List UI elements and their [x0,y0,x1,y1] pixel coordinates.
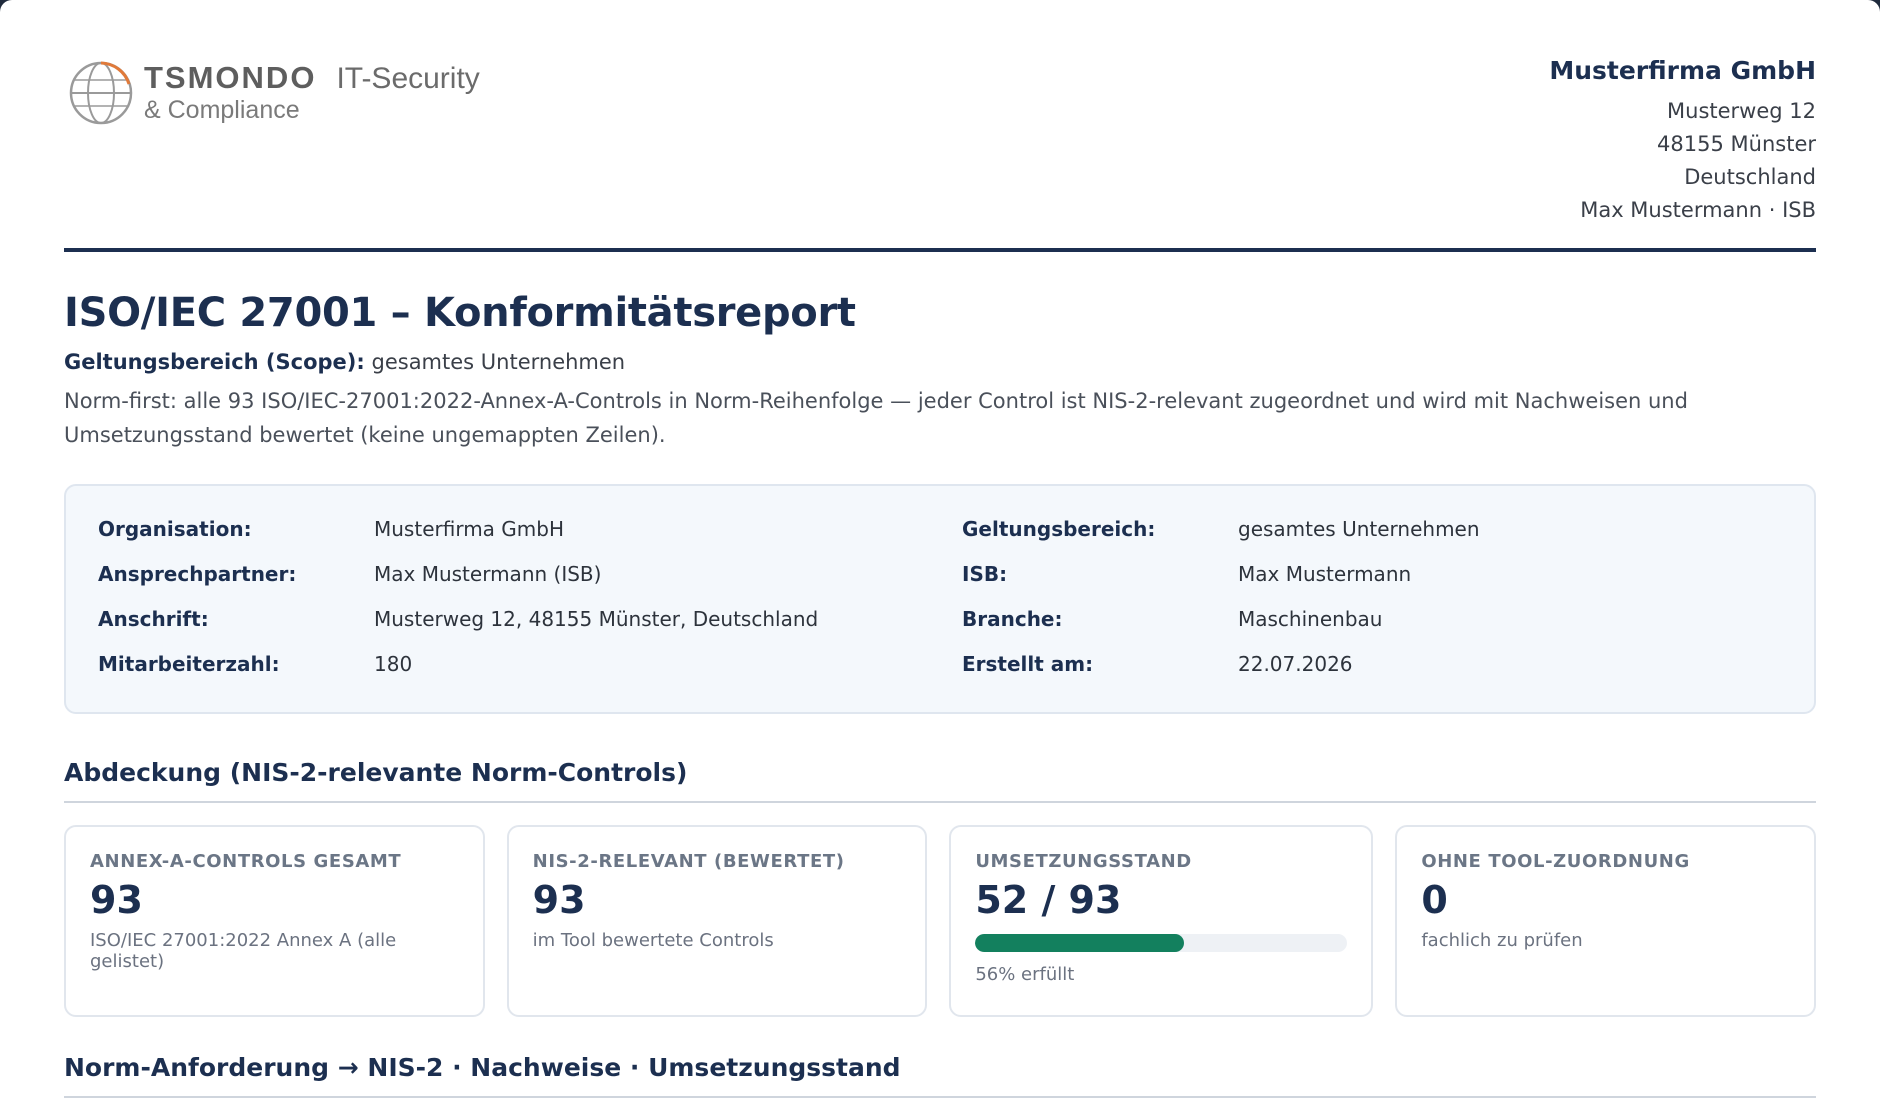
info-value: 22.07.2026 [1238,652,1353,676]
kpi-label: UMSETZUNGSSTAND [975,851,1192,872]
info-key: Anschrift: [98,607,209,631]
kpi-subtext: im Tool bewertete Controls [532,930,774,951]
company-address-block: Musterfirma GmbH Musterweg 12 48155 Müns… [1549,56,1816,227]
kpi-label: OHNE TOOL-ZUORDNUNG [1421,851,1690,872]
info-key: Ansprechpartner: [98,562,297,586]
organisation-info-box: Organisation: Musterfirma GmbH Geltungsb… [64,484,1816,714]
logo-tagline-2: & Compliance [144,96,300,124]
report-page: TSMONDO IT-Security & Compliance Musterfi… [0,0,1880,1120]
report-description: Norm-first: alle 93 ISO/IEC-27001:2022-A… [64,389,1688,447]
kpi-card-total: ANNEX-A-CONTROLS GESAMT 93 ISO/IEC 27001… [64,825,485,1017]
company-contact: Max Mustermann · ISB [1580,198,1816,222]
kpi-card-nis2-relevant: NIS-2-RELEVANT (BEWERTET) 93 im Tool bew… [506,825,928,1017]
company-logo: TSMONDO IT-Security & Compliance [68,60,480,126]
kpi-cards: ANNEX-A-CONTROLS GESAMT 93 ISO/IEC 27001… [64,825,1816,1017]
progress-bar-fill [975,934,1184,952]
company-street: Musterweg 12 [1667,99,1816,123]
report-header: TSMONDO IT-Security & Compliance Musterfi… [64,0,1816,252]
company-country: Deutschland [1684,165,1816,189]
kpi-card-implementation: UMSETZUNGSSTAND 52 / 93 56% erfüllt [949,825,1374,1017]
info-key: Geltungsbereich: [962,517,1156,541]
info-value: Musterweg 12, 48155 Münster, Deutschland [374,607,819,631]
kpi-label: NIS-2-RELEVANT (BEWERTET) [532,851,845,872]
kpi-label: ANNEX-A-CONTROLS GESAMT [90,851,402,872]
info-key: Erstellt am: [962,652,1094,676]
report-title: ISO/IEC 27001 – Konformitätsreport [64,290,856,336]
info-value: 180 [374,652,413,676]
kpi-subtext: fachlich zu prüfen [1421,930,1583,951]
globe-icon [69,61,133,125]
info-value: Max Mustermann [1238,562,1412,586]
scope-label: Geltungsbereich (Scope): [64,350,365,374]
info-value: gesamtes Unternehmen [1238,517,1480,541]
kpi-value: 0 [1421,878,1448,922]
company-name: Musterfirma GmbH [1549,56,1816,85]
logo-tagline-1: IT-Security [336,62,480,95]
coverage-heading: Abdeckung (NIS-2-relevante Norm-Controls… [64,758,1816,803]
kpi-subtext: ISO/IEC 27001:2022 Annex A (alle geliste… [90,930,397,972]
logo-brand: TSMONDO [144,60,317,95]
progress-percent: 56% erfüllt [975,964,1075,985]
company-city: 48155 Münster [1657,132,1816,156]
info-value: Musterfirma GmbH [374,517,564,541]
kpi-card-unmapped: OHNE TOOL-ZUORDNUNG 0 fachlich zu prüfen [1395,825,1816,1017]
kpi-value: 52 / 93 [975,878,1122,922]
kpi-value: 93 [532,878,586,922]
info-value: Maschinenbau [1238,607,1383,631]
kpi-value: 93 [90,878,143,922]
progress-bar [975,934,1348,952]
info-key: Organisation: [98,517,252,541]
report-scope: Geltungsbereich (Scope): gesamtes Untern… [64,350,1816,374]
scope-value: gesamtes Unternehmen [371,350,626,374]
info-key: ISB: [962,562,1008,586]
info-key: Mitarbeiterzahl: [98,652,280,676]
info-value: Max Mustermann (ISB) [374,562,602,586]
mapping-heading: Norm-Anforderung → NIS-2 · Nachweise · U… [64,1053,1816,1098]
info-key: Branche: [962,607,1063,631]
